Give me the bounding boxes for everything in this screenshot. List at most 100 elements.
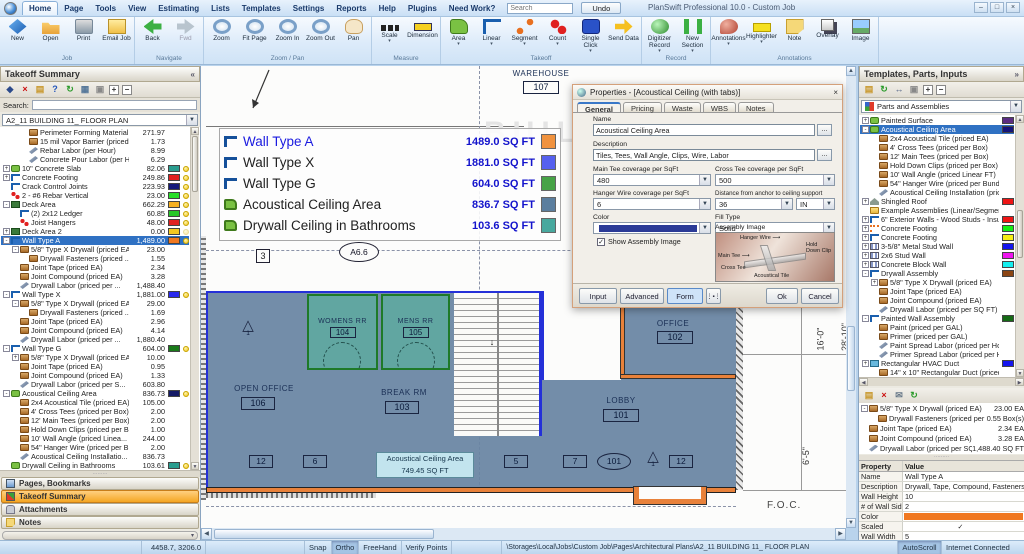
parts-and-assemblies-selector[interactable]: Parts and Assemblies ▼ bbox=[861, 100, 1022, 113]
ribbon-button[interactable]: Scale ▾ bbox=[373, 17, 406, 53]
color-swatch[interactable] bbox=[168, 237, 180, 244]
template-tree-row[interactable]: - Acoustical Ceiling Area bbox=[860, 125, 1014, 134]
page-selector[interactable]: A2_11 BUILDING 11_ FLOOR PLAN ▼ bbox=[2, 114, 198, 126]
dialog-tab[interactable]: General bbox=[577, 102, 621, 114]
scroll-left-icon[interactable]: ◀ bbox=[859, 378, 868, 386]
color-swatch[interactable] bbox=[1002, 243, 1014, 250]
panel-tab[interactable]: Takeoff Summary bbox=[1, 490, 199, 503]
description-field[interactable]: Tiles, Tees, Wall Angle, Clips, Wire, La… bbox=[593, 149, 815, 161]
template-tree-row[interactable]: 54" Hanger Wire (priced per Bundle) bbox=[860, 179, 1014, 188]
ribbon-button[interactable]: Pan▾ bbox=[337, 17, 370, 53]
mode-toggle[interactable]: Verify Points bbox=[402, 541, 453, 554]
takeoff-tree-row[interactable]: Crack Control Joints 223.93 bbox=[1, 182, 189, 191]
takeoff-tree-row[interactable]: - Deck Area 662.29 bbox=[1, 200, 189, 209]
part-row[interactable]: Joint Compound (priced EA) 3.28 EA bbox=[859, 433, 1024, 443]
color-swatch[interactable] bbox=[1002, 225, 1014, 232]
anchor-distance-unit-combo[interactable]: IN ▼ bbox=[796, 198, 835, 210]
tree-expander-icon[interactable] bbox=[861, 435, 868, 442]
tree-scrollbar[interactable]: ▲ ▼ bbox=[190, 127, 199, 470]
takeoff-tree-row[interactable]: 15 mil Vapor Barrier (priced pe... 1.73 bbox=[1, 137, 189, 146]
takeoff-tree-row[interactable]: - Acoustical Ceiling Area 836.73 bbox=[1, 389, 189, 398]
dialog-close-icon[interactable]: × bbox=[833, 88, 838, 97]
panel-tab[interactable]: Attachments bbox=[1, 503, 199, 516]
template-tree-row[interactable]: - Painted Wall Assembly bbox=[860, 314, 1014, 323]
color-swatch[interactable] bbox=[1002, 234, 1014, 241]
tree-expander-icon[interactable] bbox=[871, 369, 878, 376]
ribbon-button[interactable]: Count ▾ bbox=[541, 17, 574, 53]
color-swatch[interactable] bbox=[168, 165, 180, 172]
visibility-bulb-icon[interactable] bbox=[183, 165, 189, 172]
template-tree-row[interactable]: Primer Spread Labor (priced per Hour) bbox=[860, 350, 1014, 359]
tree-expander-icon[interactable]: - bbox=[862, 315, 869, 322]
copy-icon[interactable]: ▣ bbox=[908, 84, 920, 96]
takeoff-tree-row[interactable]: Rebar Labor (per Hour) 8.99 bbox=[1, 146, 189, 155]
takeoff-tree-row[interactable]: - Wall Type G 604.00 bbox=[1, 344, 189, 353]
ribbon-button[interactable]: Print▾ bbox=[67, 17, 100, 53]
template-tree-row[interactable]: 4' Cross Tees (priced per Box) bbox=[860, 143, 1014, 152]
takeoff-tree-row[interactable]: Joint Compound (priced EA) 3.28 bbox=[1, 272, 189, 281]
template-tree-row[interactable]: + Concrete Footing bbox=[860, 224, 1014, 233]
property-row[interactable]: Name ✓ Wall Type A bbox=[859, 472, 1024, 482]
template-tree-row[interactable]: Paint Spread Labor (priced per Hour) bbox=[860, 341, 1014, 350]
tree-expander-icon[interactable]: + bbox=[862, 252, 869, 259]
refresh-icon[interactable]: ↻ bbox=[878, 84, 890, 96]
tree-expander-icon[interactable] bbox=[861, 445, 868, 452]
help-icon[interactable]: ? bbox=[49, 84, 61, 96]
autoscroll-toggle[interactable]: AutoScroll bbox=[898, 541, 942, 554]
tree-expander-icon[interactable] bbox=[12, 408, 19, 415]
menu-item[interactable]: View bbox=[122, 2, 152, 15]
tree-expander-icon[interactable] bbox=[21, 255, 28, 262]
property-value[interactable]: ✓ Wall Type A bbox=[903, 472, 1024, 481]
tree-expander-icon[interactable] bbox=[870, 415, 877, 422]
visibility-bulb-icon[interactable] bbox=[183, 291, 189, 298]
tree-expander-icon[interactable] bbox=[871, 306, 878, 313]
properties-icon[interactable]: ▤ bbox=[34, 84, 46, 96]
new-part-icon[interactable]: ▤ bbox=[863, 390, 875, 402]
tree-expander-icon[interactable] bbox=[12, 327, 19, 334]
hanger-wire-combo[interactable]: 6 ▼ bbox=[593, 198, 711, 210]
tree-expander-icon[interactable] bbox=[12, 381, 19, 388]
mode-toggle[interactable]: Snap bbox=[305, 541, 332, 554]
tree-expander-icon[interactable]: - bbox=[12, 300, 19, 307]
visibility-bulb-icon[interactable] bbox=[183, 210, 189, 217]
plan-vertical-scrollbar[interactable]: ▲ ▼ bbox=[846, 66, 856, 528]
cancel-button[interactable]: Cancel bbox=[801, 288, 839, 304]
tree-expander-icon[interactable] bbox=[21, 138, 28, 145]
color-swatch[interactable] bbox=[1002, 360, 1014, 367]
scrollbar-thumb[interactable] bbox=[847, 326, 855, 391]
menu-item[interactable]: Help bbox=[373, 2, 402, 15]
property-row[interactable]: Wall Height ✓ 10 bbox=[859, 492, 1024, 502]
anchor-distance-combo[interactable]: 36 ▼ bbox=[715, 198, 793, 210]
property-row[interactable]: Description ✓ Drywall, Tape, Compound, F… bbox=[859, 482, 1024, 492]
tree-expander-icon[interactable] bbox=[862, 207, 869, 214]
tree-expander-icon[interactable] bbox=[12, 336, 19, 343]
templates-horizontal-scrollbar[interactable]: ◀ ▶ bbox=[859, 377, 1024, 386]
takeoff-tree-row[interactable]: Drywall Fasteners (priced ... 1.55 bbox=[1, 254, 189, 263]
advanced-button[interactable]: Advanced bbox=[620, 288, 664, 304]
cross-tee-combo[interactable]: 500 ▼ bbox=[715, 174, 835, 186]
expand-all-icon[interactable]: + bbox=[923, 84, 933, 95]
tree-expander-icon[interactable]: - bbox=[862, 270, 869, 277]
menu-item[interactable]: Templates bbox=[236, 2, 287, 15]
color-swatch[interactable] bbox=[168, 183, 180, 190]
delete-icon[interactable]: × bbox=[878, 390, 890, 402]
template-tree-row[interactable]: 2x4 Acoustical Tile (priced EA) bbox=[860, 134, 1014, 143]
tree-expander-icon[interactable]: + bbox=[862, 117, 869, 124]
takeoff-tree-row[interactable]: + Deck Area 2 0.00 bbox=[1, 227, 189, 236]
template-tree-row[interactable]: 12' Main Tees (priced per Box) bbox=[860, 152, 1014, 161]
takeoff-tree-row[interactable]: 4' Cross Tees (priced per Box) 2.00 bbox=[1, 407, 189, 416]
tree-expander-icon[interactable]: + bbox=[862, 234, 869, 241]
tree-expander-icon[interactable]: + bbox=[862, 360, 869, 367]
tree-expander-icon[interactable]: + bbox=[862, 243, 869, 250]
color-swatch[interactable] bbox=[168, 390, 180, 397]
tree-expander-icon[interactable] bbox=[871, 180, 878, 187]
menu-item[interactable]: Tools bbox=[89, 2, 122, 15]
tree-expander-icon[interactable]: + bbox=[3, 174, 10, 181]
visibility-bulb-icon[interactable] bbox=[183, 390, 189, 397]
tree-expander-icon[interactable] bbox=[12, 219, 19, 226]
template-tree-row[interactable]: + Painted Surface bbox=[860, 116, 1014, 125]
ribbon-button[interactable]: Segment ▾ bbox=[508, 17, 541, 53]
scroll-right-icon[interactable]: ▶ bbox=[835, 528, 846, 540]
takeoff-tree-row[interactable]: Drywall Labor (priced per S... 603.80 bbox=[1, 380, 189, 389]
collapse-all-icon[interactable]: − bbox=[936, 84, 946, 95]
